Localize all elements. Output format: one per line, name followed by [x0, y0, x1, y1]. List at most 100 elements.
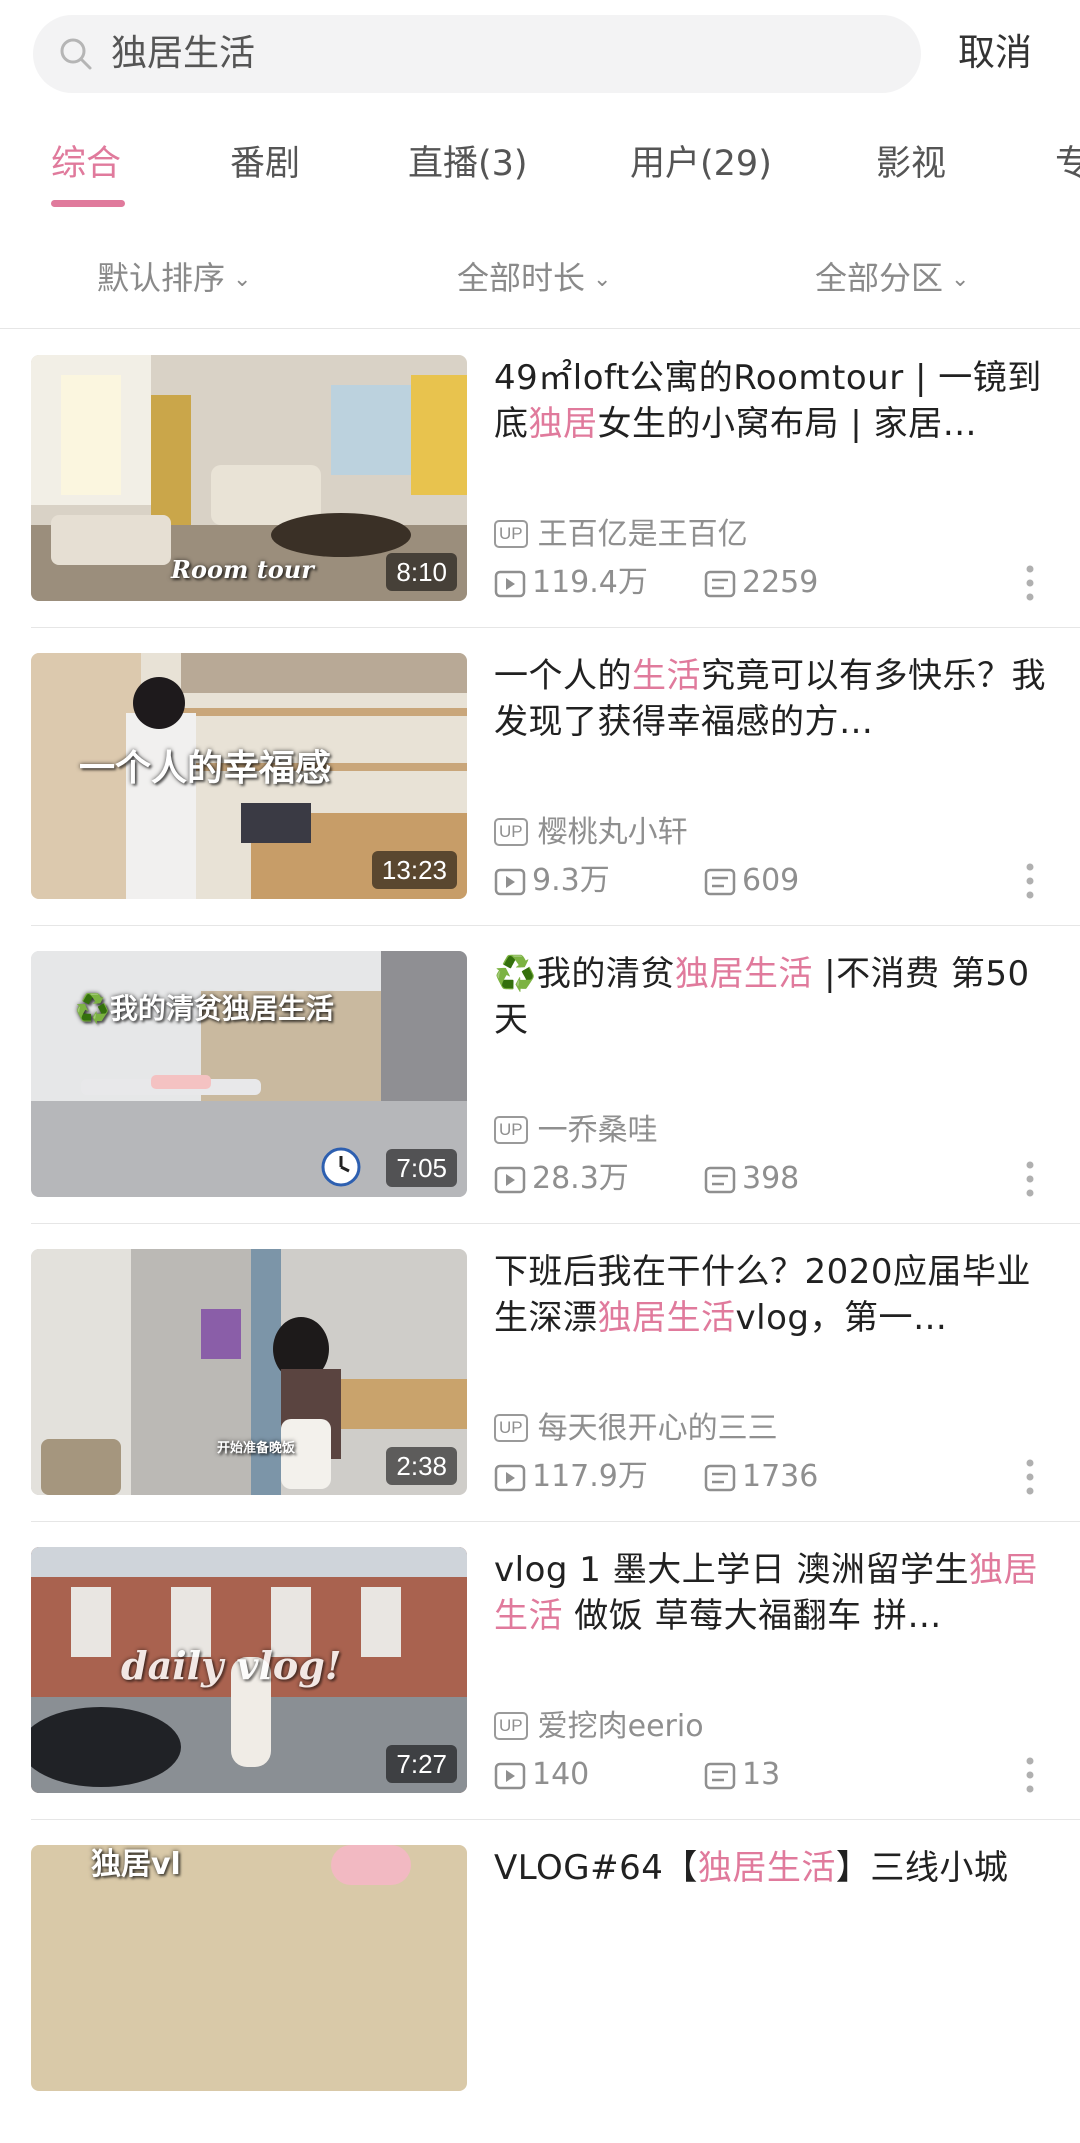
duration-filter[interactable]: 全部时长 ⌄ — [457, 250, 611, 308]
danmaku-count: 609 — [704, 861, 799, 901]
view-count: 117.9万 — [494, 1457, 648, 1497]
video-title[interactable]: VLOG#64【独居生活】三线小城 — [494, 1845, 1054, 1891]
video-thumbnail[interactable]: 一个人的幸福感 13:23 — [31, 653, 467, 899]
thumbnail-caption: 开始准备晚饭 — [217, 1441, 296, 1456]
video-thumbnail[interactable]: 独居vl — [31, 1845, 467, 2091]
play-count-icon — [494, 570, 526, 598]
video-title[interactable]: ♻️我的清贫独居生活 |不消费 第50天 — [494, 951, 1054, 1043]
tab-film[interactable]: 影视 — [876, 138, 946, 190]
divider — [31, 1521, 1080, 1522]
author-line[interactable]: UP 樱桃丸小轩 — [494, 813, 688, 853]
stats-line: 28.3万 398 — [494, 1159, 1054, 1199]
danmaku-icon — [704, 1166, 736, 1194]
play-count-icon — [494, 868, 526, 896]
search-icon — [60, 38, 92, 70]
danmaku-count: 1736 — [704, 1457, 818, 1497]
view-count: 119.4万 — [494, 563, 648, 603]
more-options-icon[interactable] — [1020, 1455, 1040, 1499]
stats-line: 117.9万 1736 — [494, 1457, 1054, 1497]
more-options-icon[interactable] — [1020, 859, 1040, 903]
title-highlight: 独居 — [528, 404, 598, 444]
search-query: 独居生活 — [111, 33, 256, 74]
play-count-icon — [494, 1166, 526, 1194]
view-count-value: 9.3万 — [532, 863, 610, 898]
cancel-button[interactable]: 取消 — [958, 28, 1032, 78]
duration-filter-label: 全部时长 — [457, 259, 586, 297]
view-count-value: 117.9万 — [532, 1459, 648, 1494]
video-item[interactable]: Room tour 8:10 49㎡loft公寓的Roomtour | 一镜到底… — [0, 355, 1080, 653]
view-count-value: 28.3万 — [532, 1161, 629, 1196]
divider — [31, 1223, 1080, 1224]
tab-anime[interactable]: 番剧 — [230, 138, 300, 190]
video-title[interactable]: vlog 1 墨大上学日 澳洲留学生独居生活 做饭 草莓大福翻车 拼… — [494, 1547, 1054, 1639]
author-line[interactable]: UP 爱挖肉eerio — [494, 1707, 704, 1747]
up-badge-icon: UP — [494, 818, 528, 846]
video-item[interactable]: 独居vl VLOG#64【独居生活】三线小城 — [0, 1845, 1080, 2143]
danmaku-count-value: 398 — [742, 1161, 800, 1196]
search-input[interactable]: 独居生活 — [33, 15, 921, 93]
video-item[interactable]: 一个人的幸福感 13:23 一个人的生活究竟可以有多快乐？我发现了获得幸福感的方… — [0, 653, 1080, 951]
duration-badge: 7:05 — [386, 1149, 457, 1187]
title-highlight: 独居生活 — [597, 1298, 736, 1338]
duration-badge: 13:23 — [371, 851, 457, 889]
video-title[interactable]: 一个人的生活究竟可以有多快乐？我发现了获得幸福感的方… — [494, 653, 1054, 745]
thumbnail-caption: daily vlog! — [121, 1643, 342, 1688]
author-line[interactable]: UP 每天很开心的三三 — [494, 1409, 778, 1449]
danmaku-count-value: 13 — [742, 1757, 781, 1792]
title-text: 女生的小窝布局 | 家居… — [597, 404, 978, 444]
title-highlight: 生活 — [632, 656, 701, 696]
tab-live[interactable]: 直播(3) — [408, 138, 528, 190]
author-name: 樱桃丸小轩 — [537, 815, 688, 850]
video-title[interactable]: 49㎡loft公寓的Roomtour | 一镜到底独居女生的小窝布局 | 家居… — [494, 355, 1054, 447]
divider — [31, 627, 1080, 628]
up-badge-icon: UP — [494, 1414, 528, 1442]
chevron-down-icon: ⌄ — [233, 267, 252, 292]
video-item[interactable]: daily vlog! 7:27 vlog 1 墨大上学日 澳洲留学生独居生活 … — [0, 1547, 1080, 1845]
duration-badge: 7:27 — [386, 1745, 457, 1783]
divider — [31, 925, 1080, 926]
stats-line: 119.4万 2259 — [494, 563, 1054, 603]
thumbnail-caption: 一个人的幸福感 — [79, 748, 332, 789]
duration-badge: 2:38 — [386, 1447, 457, 1485]
tab-column[interactable]: 专 — [1055, 138, 1080, 190]
up-badge-icon: UP — [494, 520, 528, 548]
title-text: ♻️我的清贫 — [494, 954, 675, 994]
more-options-icon[interactable] — [1020, 1157, 1040, 1201]
danmaku-count-value: 609 — [742, 863, 800, 898]
video-thumbnail[interactable]: ♻️我的清贫独居生活 7:05 — [31, 951, 467, 1197]
more-options-icon[interactable] — [1020, 1753, 1040, 1797]
author-line[interactable]: UP 一乔桑哇 — [494, 1111, 658, 1151]
video-thumbnail[interactable]: 开始准备晚饭 2:38 — [31, 1249, 467, 1495]
author-name: 一乔桑哇 — [537, 1113, 658, 1148]
sort-filter[interactable]: 默认排序 ⌄ — [97, 250, 251, 308]
title-text: 】三线小城 — [835, 1848, 1009, 1888]
play-count-icon — [494, 1464, 526, 1492]
tab-users[interactable]: 用户(29) — [630, 138, 772, 190]
zone-filter-label: 全部分区 — [815, 259, 944, 297]
title-text: 一个人的 — [494, 656, 632, 696]
thumbnail-caption: 独居vl — [91, 1847, 181, 1882]
more-options-icon[interactable] — [1020, 561, 1040, 605]
chevron-down-icon: ⌄ — [593, 267, 612, 292]
danmaku-count: 398 — [704, 1159, 799, 1199]
view-count-value: 119.4万 — [532, 565, 648, 600]
title-text: 做饭 草莓大福翻车 拼… — [563, 1596, 942, 1636]
search-bar: 独居生活 取消 — [0, 0, 1080, 110]
title-text: vlog，第一… — [735, 1298, 948, 1338]
title-text: vlog 1 墨大上学日 澳洲留学生 — [494, 1550, 970, 1590]
tab-all[interactable]: 综合 — [51, 138, 121, 190]
chevron-down-icon: ⌄ — [951, 267, 970, 292]
title-text: VLOG#64【 — [494, 1848, 698, 1888]
divider — [0, 328, 1080, 329]
stats-line: 140 13 — [494, 1755, 1054, 1795]
sort-filter-label: 默认排序 — [97, 259, 226, 297]
up-badge-icon: UP — [494, 1712, 528, 1740]
video-thumbnail[interactable]: Room tour 8:10 — [31, 355, 467, 601]
author-line[interactable]: UP 王百亿是王百亿 — [494, 515, 748, 555]
zone-filter[interactable]: 全部分区 ⌄ — [815, 250, 969, 308]
video-item[interactable]: ♻️我的清贫独居生活 7:05 ♻️我的清贫独居生活 |不消费 第50天 UP 一… — [0, 951, 1080, 1249]
video-thumbnail[interactable]: daily vlog! 7:27 — [31, 1547, 467, 1793]
video-title[interactable]: 下班后我在干什么？2020应届毕业生深漂独居生活vlog，第一… — [494, 1249, 1054, 1341]
danmaku-count: 13 — [704, 1755, 780, 1795]
video-item[interactable]: 开始准备晚饭 2:38 下班后我在干什么？2020应届毕业生深漂独居生活vlog… — [0, 1249, 1080, 1547]
